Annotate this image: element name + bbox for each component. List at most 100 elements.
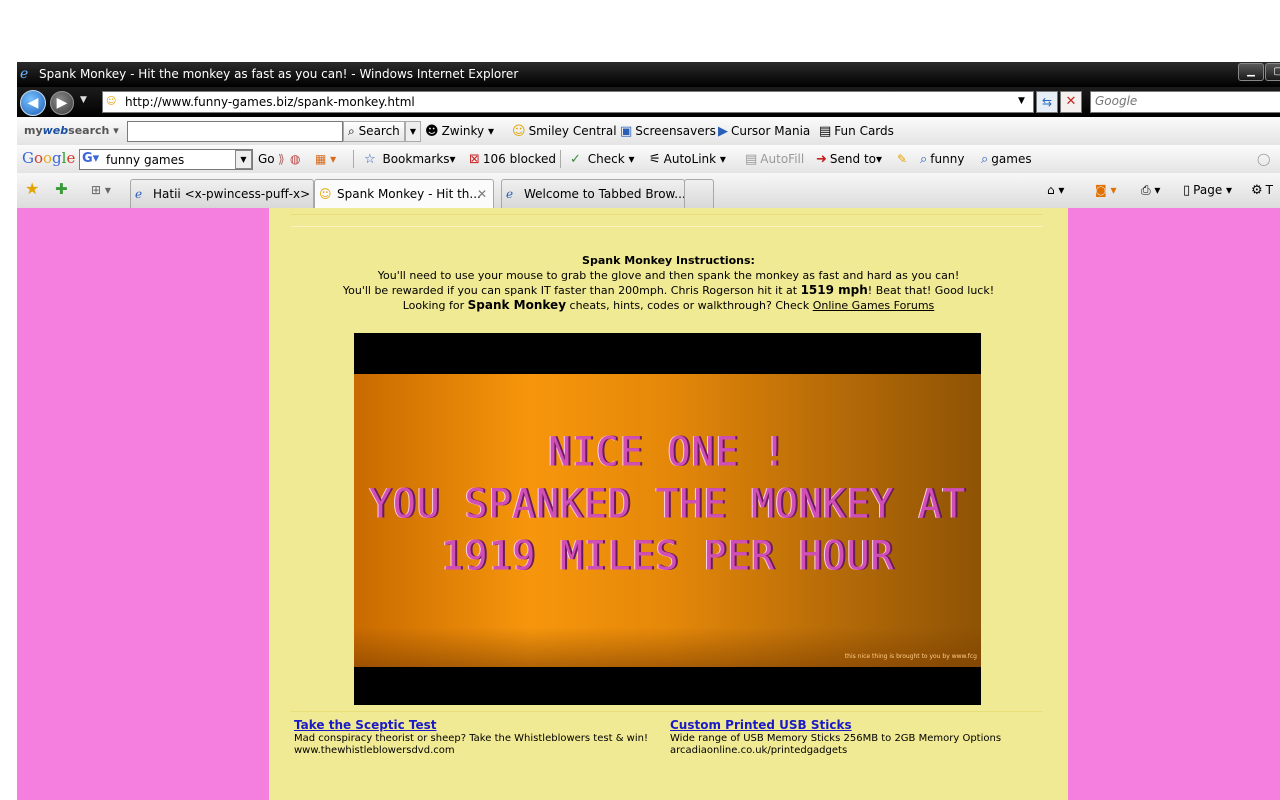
quick-tabs-icon[interactable]: ⊞ ▾ xyxy=(91,182,111,198)
maximize-button[interactable]: ▢ xyxy=(1265,63,1280,81)
zwinky-icon: ☻ xyxy=(425,124,439,139)
url-text: http://www.funny-games.biz/spank-monkey.… xyxy=(125,95,415,109)
url-field[interactable]: ☺ http://www.funny-games.biz/spank-monke… xyxy=(102,91,1034,113)
find-icon: ⌕ xyxy=(981,152,989,167)
game-stage[interactable]: NICE ONE ! YOU SPANKED THE MONKEY AT 191… xyxy=(354,374,981,667)
ie-page-icon: ℯ xyxy=(506,187,514,201)
spellcheck-icon: ✓ xyxy=(570,152,581,167)
toolbar-options-icon[interactable]: ⟫ xyxy=(278,151,285,167)
divider xyxy=(291,711,1043,712)
mywebsearch-search-button[interactable]: ⌕ Search xyxy=(343,121,405,142)
print-icon[interactable]: ⎙ ▾ xyxy=(1141,182,1160,198)
find-icon: ⌕ xyxy=(920,152,928,167)
highlighter-icon[interactable]: ✎ xyxy=(897,151,907,167)
page-viewport: Spank Monkey Instructions: You'll need t… xyxy=(17,208,1280,800)
add-to-favorites-icon[interactable]: ✚ xyxy=(55,181,68,197)
title-bar: ℯ Spank Monkey - Hit the monkey as fast … xyxy=(17,62,1280,87)
ad-title-link[interactable]: Take the Sceptic Test xyxy=(294,718,664,733)
search-input[interactable] xyxy=(1091,92,1275,110)
new-tab-button[interactable] xyxy=(684,179,714,208)
popup-blocker-button[interactable]: ⊠ 106 blocked xyxy=(469,151,556,168)
instructions: Spank Monkey Instructions: You'll need t… xyxy=(269,253,1068,313)
internet-explorer-icon: ℯ xyxy=(20,66,29,82)
page-column: Spank Monkey Instructions: You'll need t… xyxy=(269,208,1068,800)
game-credit: this nice thing is brought to you by www… xyxy=(844,653,977,660)
search-term-games[interactable]: ⌕ games xyxy=(981,151,1032,168)
tab-hatii[interactable]: ℯ Hatii <x-pwincess-puff-x> xyxy=(130,179,314,208)
game-embed[interactable]: NICE ONE ! YOU SPANKED THE MONKEY AT 191… xyxy=(354,333,981,705)
page-menu[interactable]: ▯ Page ▾ xyxy=(1183,182,1232,199)
smiley-central-button[interactable]: ☺ Smiley Central xyxy=(512,123,617,140)
game-shade xyxy=(354,627,981,667)
search-box[interactable] xyxy=(1090,91,1280,113)
game-message-line: YOU SPANKED THE MONKEY AT xyxy=(369,480,966,528)
tab-label: Welcome to Tabbed Brow... xyxy=(524,187,685,201)
zwinky-button[interactable]: ☻ Zwinky ▾ xyxy=(425,123,494,140)
google-toolbar: Google G▾ funny games ▼ Go ⟫ ◍ ▦ ▾ ☆ Boo… xyxy=(17,145,1280,174)
game-result-message: NICE ONE ! YOU SPANKED THE MONKEY AT 191… xyxy=(354,426,981,582)
desktop-edge xyxy=(0,62,17,800)
autolink-button[interactable]: ⚟ AutoLink ▾ xyxy=(649,151,726,168)
feeds-icon[interactable]: ◙ ▾ xyxy=(1095,182,1116,198)
google-query: funny games xyxy=(106,153,185,167)
online-games-forums-link[interactable]: Online Games Forums xyxy=(813,299,935,312)
pagerank-icon[interactable]: ◍ xyxy=(290,151,300,167)
ad-url[interactable]: www.thewhistleblowersdvd.com xyxy=(294,745,664,757)
refresh-button[interactable]: ⇆ xyxy=(1036,91,1058,113)
ad-body: Wide range of USB Memory Sticks 256MB to… xyxy=(670,733,1002,744)
divider xyxy=(291,214,1043,215)
minimize-button[interactable]: ▁ xyxy=(1238,63,1264,81)
google-go-button[interactable]: Go xyxy=(258,151,275,167)
bookmarks-button[interactable]: ☆ Bookmarks▾ xyxy=(364,151,456,168)
forward-button[interactable]: ▶ xyxy=(50,91,74,115)
tab-label: Spank Monkey - Hit th... xyxy=(337,187,481,201)
back-button[interactable]: ◀ xyxy=(20,90,46,116)
tab-row: ★ ✚ ⊞ ▾ ℯ Hatii <x-pwincess-puff-x> ☺ Sp… xyxy=(17,173,1280,209)
cursor-mania-button[interactable]: ▶ Cursor Mania xyxy=(718,123,810,140)
tab-spank-monkey[interactable]: ☺ Spank Monkey - Hit th... ✕ xyxy=(314,179,494,209)
stop-button[interactable]: ✕ xyxy=(1060,91,1082,113)
ad-url[interactable]: arcadiaonline.co.uk/printedgadgets xyxy=(670,745,1040,757)
autofill-icon: ▤ xyxy=(745,152,758,167)
google-query-dropdown-icon[interactable]: ▼ xyxy=(235,150,252,169)
ad-block: Take the Sceptic Test Mad conspiracy the… xyxy=(294,718,664,757)
toolbar-separator xyxy=(560,150,561,168)
page-icon: ▯ xyxy=(1183,183,1191,198)
site-favicon-icon: ☺ xyxy=(319,187,332,201)
screensavers-button[interactable]: ▣ Screensavers xyxy=(620,123,716,140)
news-icon[interactable]: ▦ ▾ xyxy=(315,151,336,167)
send-icon: ➜ xyxy=(816,152,827,167)
recent-pages-dropdown-icon[interactable]: ▼ xyxy=(80,95,87,105)
smiley-icon: ☺ xyxy=(512,124,526,139)
popup-blocked-icon: ⊠ xyxy=(469,152,480,167)
mywebsearch-input[interactable] xyxy=(127,121,343,142)
tab-welcome[interactable]: ℯ Welcome to Tabbed Brow... xyxy=(501,179,685,208)
close-tab-icon[interactable]: ✕ xyxy=(477,180,487,208)
ad-title-link[interactable]: Custom Printed USB Sticks xyxy=(670,718,1040,733)
tools-menu[interactable]: ⚙ T xyxy=(1251,182,1273,199)
home-icon[interactable]: ⌂ ▾ xyxy=(1047,182,1064,198)
google-search-input[interactable]: G▾ funny games xyxy=(79,149,253,170)
ad-block: Custom Printed USB Sticks Wide range of … xyxy=(670,718,1040,757)
send-to-button[interactable]: ➜ Send to▾ xyxy=(816,151,882,168)
mywebsearch-toolbar: mywebsearch ▾ ⌕ Search ▼ ☻ Zwinky ▾ ☺ Smil… xyxy=(17,117,1280,146)
mywebsearch-logo[interactable]: mywebsearch ▾ xyxy=(24,123,119,139)
google-logo[interactable]: Google xyxy=(22,149,75,167)
favorites-center-icon[interactable]: ★ xyxy=(25,181,39,197)
card-icon: ▤ xyxy=(819,124,832,139)
browser-window: ℯ Spank Monkey - Hit the monkey as fast … xyxy=(17,62,1280,800)
url-history-dropdown-icon[interactable]: ▼ xyxy=(1018,96,1025,106)
cursor-icon: ▶ xyxy=(718,124,728,139)
game-message-line: NICE ONE ! xyxy=(548,428,787,476)
site-favicon-icon: ☺ xyxy=(106,96,117,107)
autofill-button[interactable]: ▤ AutoFill xyxy=(745,151,804,168)
ie-page-icon: ℯ xyxy=(135,187,143,201)
toolbar-separator xyxy=(353,150,354,168)
search-term-funny[interactable]: ⌕ funny xyxy=(920,151,964,168)
monitor-icon: ▣ xyxy=(620,124,633,139)
fun-cards-button[interactable]: ▤ Fun Cards xyxy=(819,123,894,140)
settings-circle-icon[interactable]: ◯ xyxy=(1257,151,1270,167)
instructions-line-3: Looking for Spank Monkey cheats, hints, … xyxy=(402,298,935,312)
spellcheck-button[interactable]: ✓ Check ▾ xyxy=(570,151,635,168)
mywebsearch-dropdown-icon[interactable]: ▼ xyxy=(405,121,421,142)
